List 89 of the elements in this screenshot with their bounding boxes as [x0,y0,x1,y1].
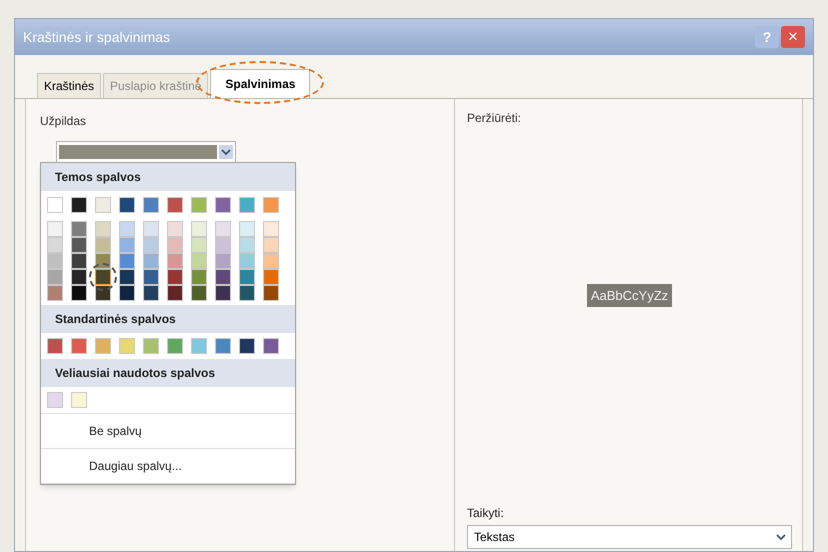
preview-sample: AaBbCcYyZz [586,284,672,307]
color-swatch[interactable] [263,285,279,301]
color-swatch[interactable] [167,237,183,253]
color-swatch[interactable] [143,269,159,285]
color-swatch[interactable] [191,237,207,253]
color-swatch[interactable] [215,253,231,269]
color-swatch[interactable] [95,197,111,213]
color-swatch[interactable] [47,285,63,301]
color-swatch[interactable] [119,197,135,213]
color-swatch[interactable] [215,269,231,285]
tab[interactable]: Spalvinimas [210,69,310,98]
color-swatch[interactable] [239,338,255,354]
section-title: Standartinės spalvos [55,312,176,326]
color-swatch[interactable] [71,392,87,408]
color-swatch[interactable] [143,221,159,237]
color-swatch[interactable] [215,197,231,213]
color-swatch[interactable] [95,253,111,269]
menu-item[interactable]: Be spalvų [41,414,295,449]
section-title: Veliausiai naudotos spalvos [55,366,216,380]
color-swatch[interactable] [95,269,111,285]
apply-label: Taikyti: [467,505,505,522]
color-swatch[interactable] [191,253,207,269]
color-swatch[interactable] [47,338,63,354]
color-swatch[interactable] [263,221,279,237]
tab[interactable]: Kraštinės [37,73,102,98]
section-title: Temos spalvos [55,170,141,184]
color-swatch[interactable] [71,237,87,253]
color-swatch[interactable] [167,338,183,354]
color-swatch[interactable] [239,269,255,285]
color-swatch[interactable] [119,285,135,301]
color-swatch[interactable] [191,197,207,213]
color-swatch[interactable] [167,197,183,213]
color-swatch[interactable] [71,269,87,285]
color-swatch[interactable] [167,253,183,269]
color-swatch[interactable] [239,253,255,269]
color-swatch[interactable] [215,338,231,354]
color-swatch[interactable] [95,237,111,253]
color-swatch[interactable] [143,197,159,213]
color-swatch[interactable] [263,237,279,253]
color-swatch[interactable] [167,221,183,237]
caret-icon [219,145,233,159]
color-swatch[interactable] [47,221,63,237]
color-swatch[interactable] [143,253,159,269]
color-swatch[interactable] [119,338,135,354]
color-swatch[interactable] [191,269,207,285]
close-button[interactable]: ✕ [781,26,805,48]
color-swatch[interactable] [47,392,63,408]
color-swatch[interactable] [239,197,255,213]
color-swatch[interactable] [215,221,231,237]
color-swatch[interactable] [263,338,279,354]
color-swatch[interactable] [143,285,159,301]
color-swatch[interactable] [47,253,63,269]
color-swatch[interactable] [71,197,87,213]
color-swatch[interactable] [71,338,87,354]
color-swatch[interactable] [239,285,255,301]
color-swatch[interactable] [119,253,135,269]
color-swatch[interactable] [119,269,135,285]
dropdown-value: Tekstas [474,529,516,546]
color-swatch[interactable] [167,285,183,301]
color-swatch[interactable] [215,285,231,301]
color-swatch[interactable] [71,253,87,269]
color-swatch[interactable] [239,237,255,253]
color-swatch[interactable] [143,237,159,253]
color-swatch[interactable] [263,269,279,285]
color-swatch[interactable] [167,269,183,285]
color-swatch[interactable] [71,221,87,237]
color-swatch[interactable] [47,237,63,253]
apply-dropdown[interactable]: Tekstas [467,525,792,549]
color-swatch[interactable] [215,237,231,253]
fill-label: Užpildas [40,114,86,128]
color-swatch[interactable] [47,269,63,285]
color-swatch[interactable] [263,197,279,213]
color-swatch[interactable] [119,237,135,253]
color-swatch[interactable] [143,338,159,354]
color-swatch[interactable] [71,285,87,301]
color-swatch[interactable] [47,197,63,213]
menu-item[interactable]: Daugiau spalvų... [41,449,295,484]
window-title: Kraštinės ir spalvinimas [23,28,172,47]
color-swatch[interactable] [191,338,207,354]
color-swatch[interactable] [239,221,255,237]
color-swatch[interactable] [119,221,135,237]
color-swatch[interactable] [263,253,279,269]
color-swatch[interactable] [95,338,111,354]
color-swatch[interactable] [95,285,111,301]
color-swatch[interactable] [191,221,207,237]
fill-dropdown[interactable] [56,141,236,163]
color-swatch[interactable] [95,221,111,237]
color-swatch[interactable] [191,285,207,301]
preview-label: Peržiūrėti: [467,110,522,127]
